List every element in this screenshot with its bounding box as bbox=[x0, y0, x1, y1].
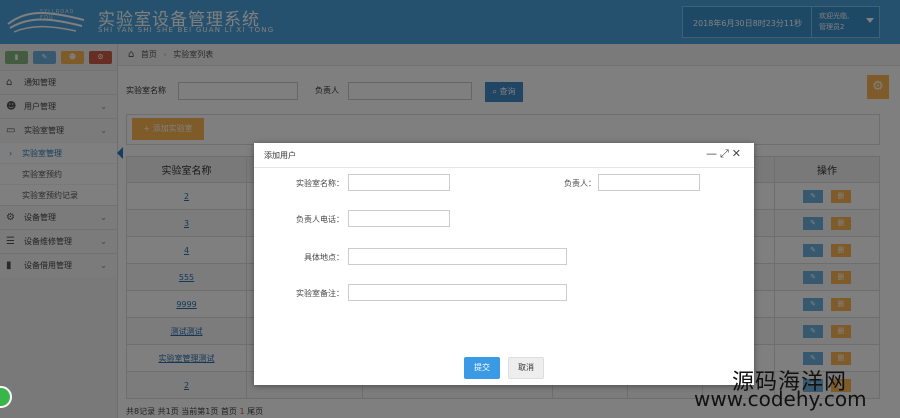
owner-field-label: 负责人： bbox=[564, 179, 596, 188]
lab-name-field[interactable] bbox=[348, 174, 450, 191]
note-field-label: 实验室备注： bbox=[296, 289, 344, 298]
close-icon[interactable]: ✕ bbox=[732, 147, 744, 160]
address-field-label: 具体地点： bbox=[304, 253, 344, 262]
note-field[interactable] bbox=[348, 284, 567, 301]
owner-field[interactable] bbox=[598, 174, 700, 191]
minimize-icon[interactable]: — bbox=[706, 147, 720, 160]
dialog-title: 添加用户 bbox=[264, 151, 296, 160]
address-field[interactable] bbox=[348, 248, 567, 265]
dialog-header: 添加用户 —⤢✕ bbox=[254, 143, 754, 168]
maximize-icon[interactable]: ⤢ bbox=[720, 147, 732, 160]
lab-name-field-label: 实验室名称： bbox=[296, 179, 344, 188]
cancel-button[interactable]: 取消 bbox=[508, 357, 544, 379]
phone-field-label: 负责人电话： bbox=[296, 215, 344, 224]
add-lab-dialog: 添加用户 —⤢✕ 实验室名称： 负责人： 负责人电话： 具体地点： 实验室备注：… bbox=[254, 143, 754, 385]
watermark-url: www.codehy.com bbox=[694, 387, 867, 411]
submit-button[interactable]: 提交 bbox=[464, 357, 500, 379]
owner-phone-field[interactable] bbox=[348, 210, 450, 227]
dialog-window-controls: —⤢✕ bbox=[706, 147, 744, 161]
